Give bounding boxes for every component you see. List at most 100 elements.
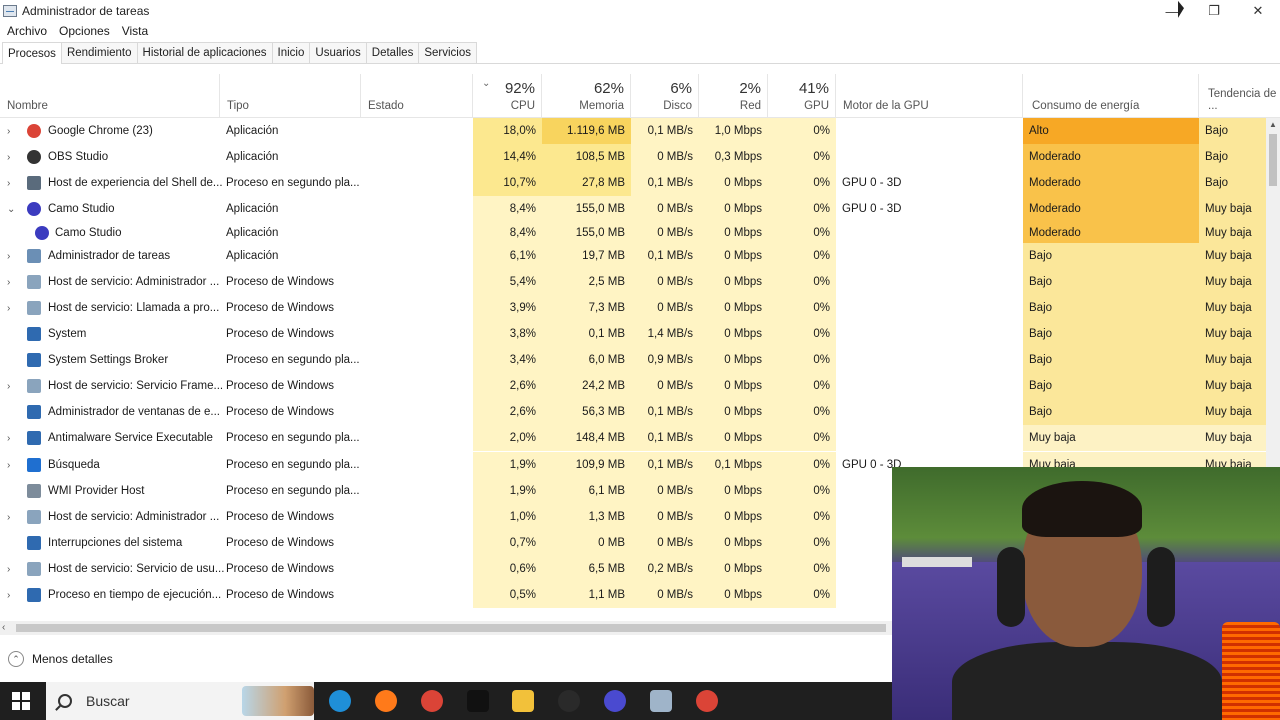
process-row[interactable]: › Host de servicio: Servicio Frame... Proc… — [0, 373, 1266, 399]
memory-value: 56,3 MB — [542, 399, 631, 425]
process-row[interactable]: › Administrador de tareas Aplicación 6,1% 19… — [0, 243, 1266, 269]
chevron-right-icon[interactable]: › — [7, 582, 10, 608]
col-red[interactable]: 2% Red — [699, 74, 768, 118]
window-icon — [27, 431, 41, 445]
network-value: 0 Mbps — [699, 196, 768, 222]
tab-inicio[interactable]: Inicio — [271, 42, 311, 63]
tiktok-icon[interactable] — [467, 690, 489, 712]
chevron-right-icon[interactable]: › — [7, 170, 10, 196]
obs-icon[interactable] — [558, 690, 580, 712]
chevron-right-icon[interactable]: › — [7, 373, 10, 399]
edge-icon[interactable] — [329, 690, 351, 712]
col-gpu[interactable]: 41% GPU — [768, 74, 836, 118]
col-nombre[interactable]: Nombre — [0, 74, 220, 118]
chevron-right-icon[interactable]: › — [7, 556, 10, 582]
window-icon — [27, 536, 41, 550]
search-highlight-image — [242, 686, 314, 716]
power-trend-value: Muy baja — [1199, 425, 1266, 451]
process-row[interactable]: › Host de servicio: Administrador ... Proc… — [0, 269, 1266, 295]
process-type: Proceso de Windows — [226, 380, 335, 392]
horizontal-scrollbar[interactable]: ‹ — [0, 621, 892, 635]
firefox-icon[interactable] — [375, 690, 397, 712]
col-memoria-label: Memoria — [579, 100, 624, 112]
chevron-right-icon[interactable]: › — [7, 269, 10, 295]
gpu-value: 0% — [768, 425, 836, 451]
process-row[interactable]: Administrador de ventanas de e... Proceso… — [0, 399, 1266, 425]
power-usage-value: Moderado — [1023, 144, 1199, 170]
menu-archivo[interactable]: Archivo — [7, 24, 47, 38]
cpu-value: 5,4% — [473, 269, 542, 295]
tab-rendimiento[interactable]: Rendimiento — [60, 42, 138, 63]
memory-value: 2,5 MB — [542, 269, 631, 295]
col-tendencia[interactable]: Tendencia de ... — [1199, 74, 1280, 118]
chevron-right-icon[interactable]: › — [7, 504, 10, 530]
chevron-down-icon[interactable]: ⌄ — [7, 196, 15, 222]
col-memoria[interactable]: 62% Memoria — [542, 74, 631, 118]
scroll-up-icon[interactable]: ▲ — [1266, 118, 1280, 132]
task-manager-icon[interactable] — [650, 690, 672, 712]
chrome-icon[interactable] — [421, 690, 443, 712]
sort-chevron-down-icon[interactable]: ⌄ — [482, 78, 490, 89]
tab-detalles[interactable]: Detalles — [365, 42, 420, 63]
mouse-cursor-icon — [1178, 0, 1184, 21]
taskbar-search[interactable]: Buscar — [46, 682, 314, 720]
col-estado-label: Estado — [368, 100, 404, 112]
tab-servicios[interactable]: Servicios — [418, 42, 477, 63]
col-estado[interactable]: Estado — [361, 74, 473, 118]
chevron-right-icon[interactable]: › — [7, 118, 10, 144]
chevron-right-icon[interactable]: › — [7, 452, 10, 478]
network-value: 0 Mbps — [699, 556, 768, 582]
gpu-value: 0% — [768, 556, 836, 582]
process-name: Host de servicio: Servicio de usu... — [48, 563, 225, 575]
gpu-engine-value — [836, 269, 1023, 295]
windows-start-icon[interactable] — [12, 692, 30, 710]
chevron-right-icon[interactable]: › — [7, 144, 10, 170]
chrome-icon[interactable] — [696, 690, 718, 712]
process-name: Proceso en tiempo de ejecución... — [48, 589, 222, 601]
tab-procesos[interactable]: Procesos — [2, 42, 62, 64]
process-row[interactable]: › Host de servicio: Llamada a pro... Proce… — [0, 295, 1266, 321]
network-value: 0 Mbps — [699, 170, 768, 196]
file-explorer-icon[interactable] — [512, 690, 534, 712]
memory-value: 0,1 MB — [542, 321, 631, 347]
process-row[interactable]: › OBS Studio Aplicación 14,4% 108,5 MB 0 MB/s… — [0, 144, 1266, 170]
memory-value: 24,2 MB — [542, 373, 631, 399]
tab-historial[interactable]: Historial de aplicaciones — [136, 42, 273, 63]
memory-total: 62% — [593, 80, 624, 97]
col-tipo[interactable]: Tipo — [220, 74, 361, 118]
col-motor-gpu[interactable]: Motor de la GPU — [836, 74, 1023, 118]
chevron-right-icon[interactable]: › — [7, 243, 10, 269]
tab-usuarios[interactable]: Usuarios — [309, 42, 367, 63]
process-row[interactable]: › Google Chrome (23) Aplicación 18,0% 1.119,… — [0, 118, 1266, 144]
chevron-up-icon[interactable]: ⌃ — [8, 651, 24, 667]
col-consumo[interactable]: Consumo de energía — [1023, 74, 1199, 118]
disk-value: 0 MB/s — [631, 295, 699, 321]
chevron-right-icon[interactable]: › — [7, 425, 10, 451]
camo-icon[interactable] — [604, 690, 626, 712]
power-trend-value: Muy baja — [1199, 196, 1266, 222]
gpu-value: 0% — [768, 269, 836, 295]
minimize-button[interactable]: — — [1150, 0, 1194, 22]
scroll-left-icon[interactable]: ‹ — [2, 621, 5, 635]
cpu-value: 3,4% — [473, 347, 542, 373]
menu-opciones[interactable]: Opciones — [59, 24, 110, 38]
power-trend-value: Muy baja — [1199, 295, 1266, 321]
power-trend-value: Muy baja — [1199, 373, 1266, 399]
process-row[interactable]: ⌄ Camo Studio Aplicación 8,4% 155,0 MB 0 MB/s… — [0, 196, 1266, 222]
process-row[interactable]: System Proceso de Windows 3,8% 0,1 MB 1,4 MB… — [0, 321, 1266, 347]
process-row[interactable]: › Antimalware Service Executable Proceso e… — [0, 425, 1266, 451]
process-row[interactable]: › Host de experiencia del Shell de... Proc… — [0, 170, 1266, 196]
chevron-right-icon[interactable]: › — [7, 295, 10, 321]
less-details-link[interactable]: Menos detalles — [32, 652, 113, 666]
scroll-thumb-horizontal[interactable] — [16, 624, 886, 632]
disk-value: 1,4 MB/s — [631, 321, 699, 347]
close-button[interactable]: ✕ — [1236, 0, 1280, 22]
restore-button[interactable]: ❐ — [1192, 0, 1236, 22]
gpu-total: 41% — [798, 80, 829, 97]
process-row[interactable]: System Settings Broker Proceso en segundo… — [0, 347, 1266, 373]
memory-value: 6,0 MB — [542, 347, 631, 373]
menu-vista[interactable]: Vista — [122, 24, 148, 38]
network-value: 0,3 Mbps — [699, 144, 768, 170]
scroll-thumb[interactable] — [1269, 134, 1277, 186]
col-disco[interactable]: 6% Disco — [631, 74, 699, 118]
